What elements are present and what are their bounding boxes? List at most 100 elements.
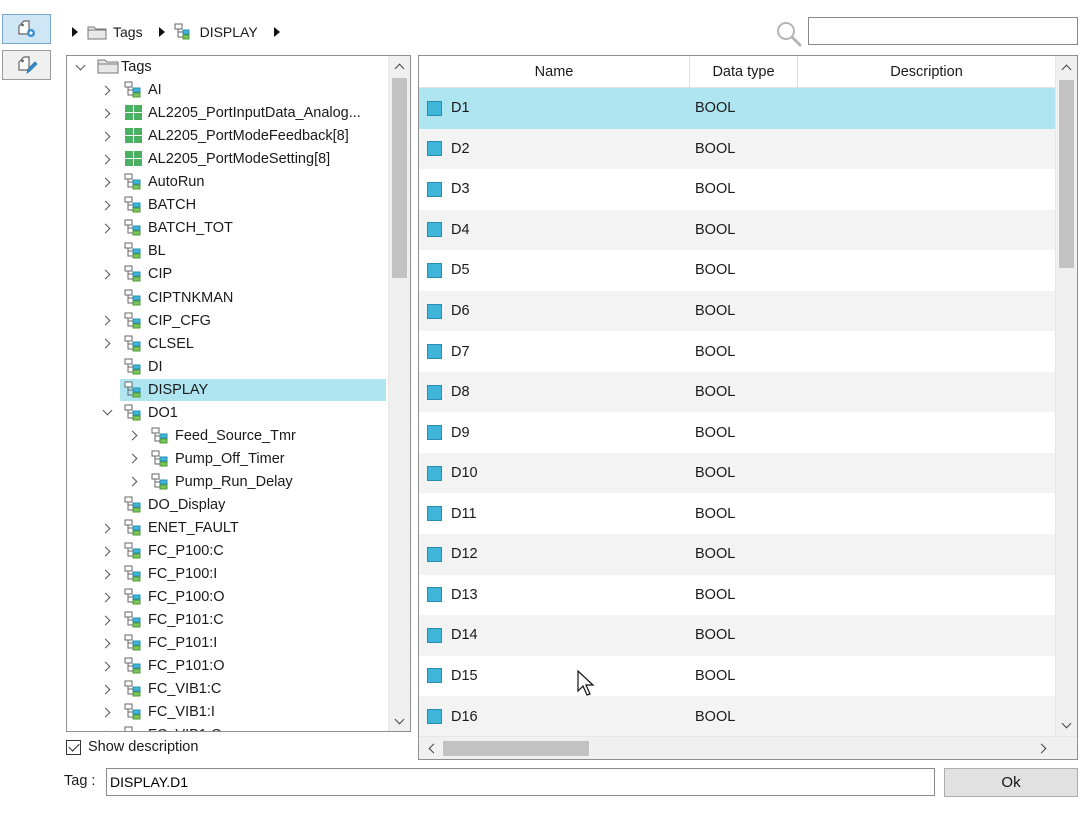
table-row[interactable]: D12 BOOL bbox=[419, 534, 1055, 575]
chevron-right-icon[interactable] bbox=[127, 471, 141, 493]
chevron-right-icon[interactable] bbox=[100, 586, 114, 608]
table-row[interactable]: D15 BOOL bbox=[419, 656, 1055, 697]
chevron-right-icon[interactable] bbox=[100, 171, 114, 193]
grid-horizontal-scroll-thumb[interactable] bbox=[443, 741, 589, 756]
tag-browser-mode-button[interactable] bbox=[2, 14, 51, 44]
scroll-left-icon[interactable] bbox=[421, 737, 441, 759]
tree-item-fc-p101-o[interactable]: FC_P101:O bbox=[67, 655, 389, 677]
tree-item-autorun[interactable]: AutoRun bbox=[67, 171, 389, 193]
show-description-option[interactable]: Show description bbox=[66, 737, 198, 757]
scroll-down-icon[interactable] bbox=[1056, 714, 1077, 736]
scroll-up-icon[interactable] bbox=[389, 56, 410, 76]
chevron-right-icon[interactable] bbox=[100, 655, 114, 677]
scroll-up-icon[interactable] bbox=[1056, 56, 1077, 78]
tree-vertical-scrollbar[interactable] bbox=[388, 56, 410, 731]
tree-item-pump-off-timer[interactable]: Pump_Off_Timer bbox=[67, 448, 389, 470]
tag-edit-mode-button[interactable] bbox=[2, 50, 51, 80]
tree-item-ai[interactable]: AI bbox=[67, 79, 389, 101]
tree-item-al2205-portmodesetting-8[interactable]: AL2205_PortModeSetting[8] bbox=[67, 148, 389, 170]
breadcrumb-arrow-icon[interactable] bbox=[158, 27, 165, 37]
tree-item-batch[interactable]: BATCH bbox=[67, 194, 389, 216]
table-row[interactable]: D10 BOOL bbox=[419, 452, 1055, 494]
tree-root-tags[interactable]: Tags bbox=[67, 56, 389, 78]
ok-button[interactable]: Ok bbox=[944, 768, 1078, 797]
chevron-right-icon[interactable] bbox=[100, 563, 114, 585]
search-icon[interactable] bbox=[773, 19, 803, 47]
table-row[interactable]: D13 BOOL bbox=[419, 575, 1055, 616]
chevron-right-icon[interactable] bbox=[100, 125, 114, 147]
tree-item-cip[interactable]: CIP bbox=[67, 263, 389, 285]
breadcrumb-item-display[interactable]: DISPLAY bbox=[200, 24, 258, 40]
structure-icon bbox=[124, 380, 144, 400]
column-header-name[interactable]: Name bbox=[419, 56, 690, 88]
chevron-right-icon[interactable] bbox=[100, 701, 114, 723]
tree-item-enet-fault[interactable]: ENET_FAULT bbox=[67, 517, 389, 539]
chevron-right-icon[interactable] bbox=[100, 333, 114, 355]
chevron-right-icon[interactable] bbox=[100, 517, 114, 539]
chevron-right-icon[interactable] bbox=[100, 609, 114, 631]
chevron-right-icon[interactable] bbox=[100, 263, 114, 285]
breadcrumb-arrow-icon[interactable] bbox=[273, 27, 280, 37]
chevron-right-icon[interactable] bbox=[127, 425, 141, 447]
tree-item-do-display[interactable]: DO_Display bbox=[67, 494, 389, 516]
tree-item-do1[interactable]: DO1 bbox=[67, 402, 389, 424]
show-description-checkbox[interactable] bbox=[66, 739, 81, 755]
table-row[interactable]: D5 BOOL bbox=[419, 250, 1055, 291]
column-header-data-type[interactable]: Data type bbox=[690, 56, 798, 88]
table-row[interactable]: D14 BOOL bbox=[419, 615, 1055, 656]
table-row[interactable]: D2 BOOL bbox=[419, 128, 1055, 170]
chevron-right-icon[interactable] bbox=[127, 448, 141, 470]
tree-item-fc-vib1-i[interactable]: FC_VIB1:I bbox=[67, 701, 389, 723]
table-row[interactable]: D4 BOOL bbox=[419, 209, 1055, 251]
tree-item-fc-p100-i[interactable]: FC_P100:I bbox=[67, 563, 389, 585]
breadcrumb-item-tags[interactable]: Tags bbox=[113, 24, 143, 40]
column-header-description[interactable]: Description bbox=[798, 56, 1055, 88]
tree-item-display[interactable]: DISPLAY bbox=[67, 378, 389, 401]
chevron-right-icon[interactable] bbox=[100, 102, 114, 124]
chevron-right-icon[interactable] bbox=[100, 724, 114, 731]
tree-item-fc-p100-o[interactable]: FC_P100:O bbox=[67, 586, 389, 608]
breadcrumb-arrow-icon[interactable] bbox=[72, 27, 78, 37]
tree-item-fc-vib1-c[interactable]: FC_VIB1:C bbox=[67, 678, 389, 700]
chevron-right-icon[interactable] bbox=[100, 310, 114, 332]
chevron-right-icon[interactable] bbox=[100, 678, 114, 700]
chevron-right-icon[interactable] bbox=[100, 148, 114, 170]
tag-input[interactable] bbox=[106, 768, 935, 796]
tree-item-batch-tot[interactable]: BATCH_TOT bbox=[67, 217, 389, 239]
table-row[interactable]: D3 BOOL bbox=[419, 169, 1055, 210]
table-row[interactable]: D7 BOOL bbox=[419, 331, 1055, 372]
tree-item-feed-source-tmr[interactable]: Feed_Source_Tmr bbox=[67, 425, 389, 447]
scroll-right-icon[interactable] bbox=[1033, 737, 1053, 759]
table-row[interactable]: D9 BOOL bbox=[419, 412, 1055, 453]
chevron-right-icon[interactable] bbox=[100, 194, 114, 216]
grid-scroll-thumb[interactable] bbox=[1059, 80, 1074, 268]
tree-item-cip-cfg[interactable]: CIP_CFG bbox=[67, 310, 389, 332]
tree-item-clsel[interactable]: CLSEL bbox=[67, 333, 389, 355]
grid-horizontal-scrollbar[interactable] bbox=[419, 736, 1077, 759]
chevron-right-icon[interactable] bbox=[100, 79, 114, 101]
tree-item-fc-vib1-o[interactable]: FC_VIB1:O bbox=[67, 724, 389, 731]
chevron-down-icon[interactable] bbox=[73, 56, 87, 78]
scroll-down-icon[interactable] bbox=[389, 711, 410, 731]
tree-item-di[interactable]: DI bbox=[67, 356, 389, 378]
tree-item-al2205-portmodefeedback-8[interactable]: AL2205_PortModeFeedback[8] bbox=[67, 125, 389, 147]
tree-item-bl[interactable]: BL bbox=[67, 240, 389, 262]
table-row[interactable]: D8 BOOL bbox=[419, 371, 1055, 413]
chevron-right-icon[interactable] bbox=[100, 217, 114, 239]
tree-scroll-thumb[interactable] bbox=[392, 78, 407, 278]
search-input[interactable] bbox=[808, 17, 1078, 45]
table-row[interactable]: D1 BOOL bbox=[419, 88, 1055, 129]
tree-item-pump-run-delay[interactable]: Pump_Run_Delay bbox=[67, 471, 389, 493]
chevron-right-icon[interactable] bbox=[100, 632, 114, 654]
tree-item-fc-p101-c[interactable]: FC_P101:C bbox=[67, 609, 389, 631]
table-row[interactable]: D16 BOOL bbox=[419, 696, 1055, 736]
tree-item-fc-p101-i[interactable]: FC_P101:I bbox=[67, 632, 389, 654]
tree-item-al2205-portinputdata-analog[interactable]: AL2205_PortInputData_Analog... bbox=[67, 102, 389, 124]
chevron-right-icon[interactable] bbox=[100, 540, 114, 562]
table-row[interactable]: D6 BOOL bbox=[419, 290, 1055, 332]
chevron-down-icon[interactable] bbox=[100, 402, 114, 424]
table-row[interactable]: D11 BOOL bbox=[419, 494, 1055, 535]
grid-vertical-scrollbar[interactable] bbox=[1055, 56, 1077, 736]
tree-item-ciptnkman[interactable]: CIPTNKMAN bbox=[67, 287, 389, 309]
tree-item-fc-p100-c[interactable]: FC_P100:C bbox=[67, 540, 389, 562]
